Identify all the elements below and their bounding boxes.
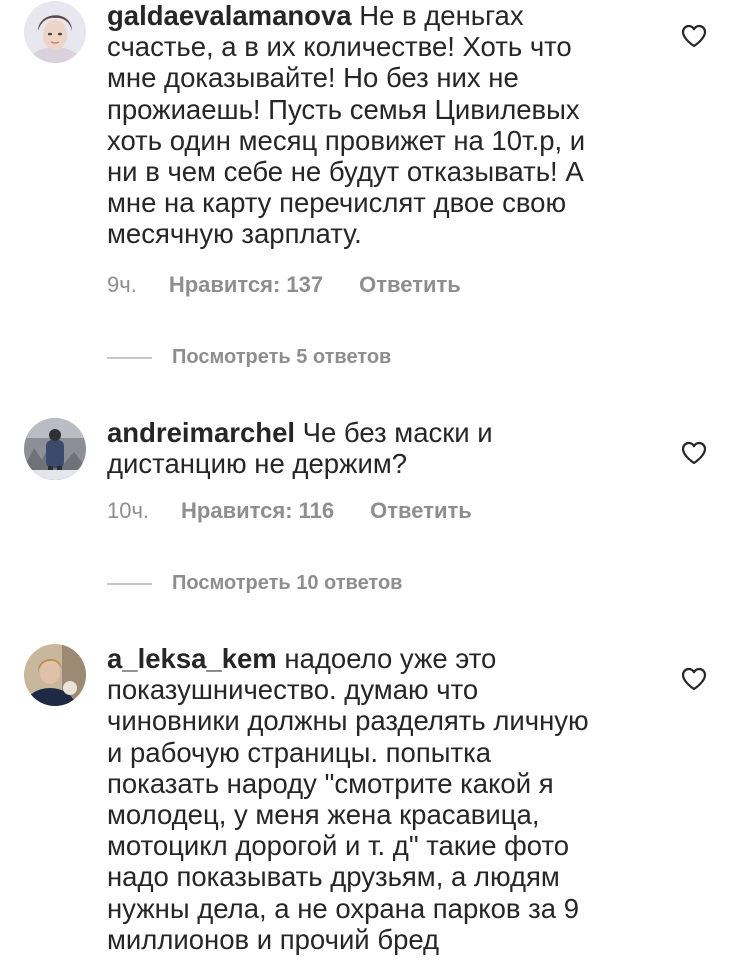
view-replies-button[interactable]: Посмотреть 5 ответов (107, 346, 391, 369)
avatar[interactable] (24, 418, 86, 480)
comment-time: 9ч. (107, 272, 137, 297)
comment-body: a_leksa_kem надоело уже это показушничес… (107, 643, 627, 955)
reply-button[interactable]: Ответить (370, 498, 472, 524)
likes-count[interactable]: Нравится: 116 (181, 498, 334, 524)
view-replies-button[interactable]: Посмотреть 10 ответов (107, 572, 402, 595)
avatar[interactable] (24, 644, 86, 706)
likes-count[interactable]: Нравится: 137 (169, 272, 323, 298)
comment-meta: 9ч. Нравится: 137 Ответить (107, 272, 461, 298)
comment-meta: 10ч. Нравится: 116 Ответить (107, 498, 472, 524)
heart-outline-icon[interactable] (681, 667, 707, 691)
username-link[interactable]: andreimarchel (107, 417, 295, 448)
comment-body: galdaevalamanova Не в деньгах счастье, а… (107, 0, 627, 250)
avatar[interactable] (24, 1, 86, 63)
reply-button[interactable]: Ответить (359, 272, 461, 298)
comment-body: andreimarchel Че без маски и дистанцию н… (107, 417, 627, 479)
comment-text: Не в деньгах счастье, а в их количестве!… (107, 0, 586, 250)
comment-time: 10ч. (107, 498, 150, 523)
view-replies-label[interactable]: Посмотреть 10 ответов (172, 572, 402, 595)
heart-outline-icon[interactable] (681, 24, 707, 48)
heart-outline-icon[interactable] (681, 441, 707, 465)
view-replies-label[interactable]: Посмотреть 5 ответов (172, 346, 391, 369)
username-link[interactable]: a_leksa_kem (107, 643, 277, 674)
replies-divider (107, 582, 152, 585)
replies-divider (107, 356, 152, 359)
username-link[interactable]: galdaevalamanova (107, 0, 352, 31)
comment-text: надоело уже это показушничество. думаю ч… (107, 643, 589, 955)
